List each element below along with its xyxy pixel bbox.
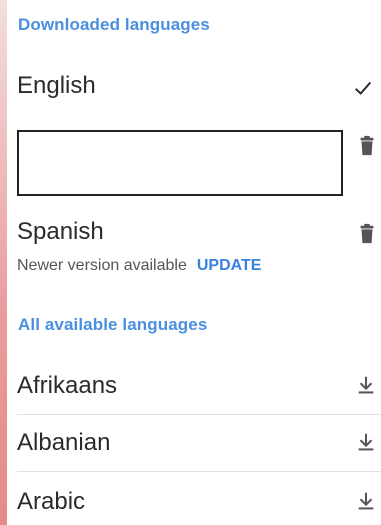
language-list-panel: Downloaded languages English Spanish New… [7, 0, 381, 525]
download-icon[interactable] [355, 490, 377, 512]
all-languages-header: All available languages [18, 315, 208, 334]
update-notice: Newer version available UPDATE [17, 257, 261, 275]
language-name: Afrikaans [17, 372, 118, 399]
language-row-afrikaans[interactable]: Afrikaans [7, 358, 381, 414]
download-icon[interactable] [355, 374, 377, 396]
language-name: Arabic [17, 488, 86, 515]
trash-icon[interactable] [356, 135, 378, 157]
downloaded-languages-header: Downloaded languages [18, 15, 210, 34]
update-link[interactable]: UPDATE [197, 257, 262, 274]
language-name: English [17, 72, 96, 99]
language-row-arabic[interactable]: Arabic [7, 472, 381, 525]
language-row-spanish[interactable]: Spanish Newer version available UPDATE [7, 212, 381, 292]
language-name: Spanish [17, 218, 104, 245]
download-icon[interactable] [355, 431, 377, 453]
trash-icon[interactable] [356, 223, 378, 245]
language-row-english[interactable]: English [7, 60, 381, 116]
update-notice-text: Newer version available [17, 257, 187, 274]
language-name-input-box[interactable] [17, 130, 343, 196]
language-name: Albanian [17, 429, 111, 456]
language-row-albanian[interactable]: Albanian [7, 415, 381, 471]
check-icon [354, 81, 372, 95]
left-edge-accent [0, 0, 7, 525]
